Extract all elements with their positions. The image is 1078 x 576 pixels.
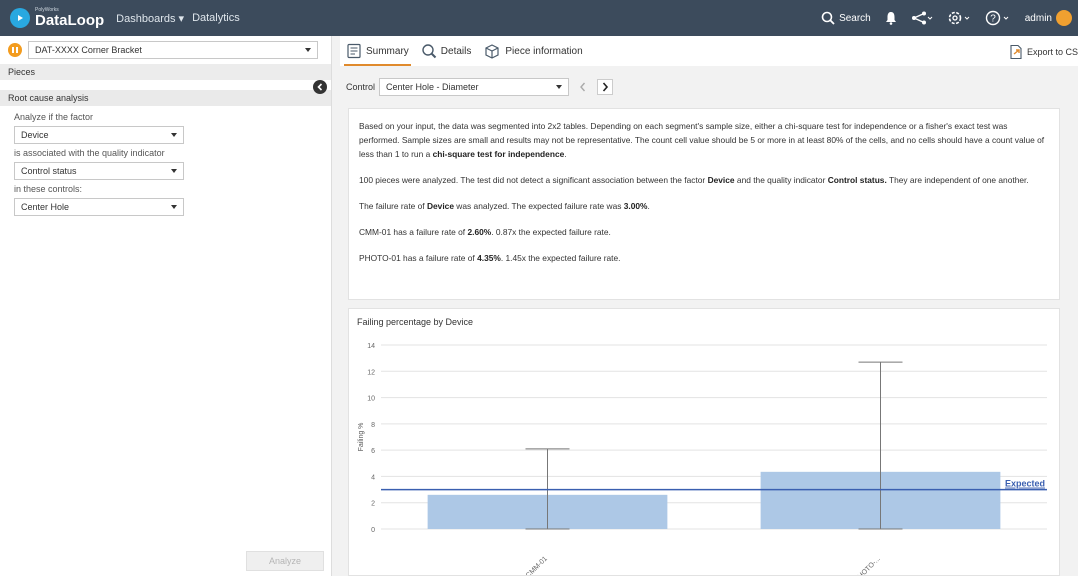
chevron-down-icon xyxy=(171,205,177,209)
export-icon xyxy=(1010,44,1022,60)
part-select[interactable]: DAT-XXXX Corner Bracket xyxy=(28,41,318,59)
y-tick-label: 14 xyxy=(367,343,375,350)
chart-svg: 0 2 4 6 8 10 12 14 Failing % CMM-01 PHOTO-... Expec… xyxy=(358,343,1047,575)
tab-details[interactable]: Details xyxy=(415,36,478,66)
share-button[interactable] xyxy=(911,11,933,25)
avatar xyxy=(1056,10,1072,26)
user-name: admin xyxy=(1024,12,1052,24)
chevron-down-icon xyxy=(556,85,563,89)
export-button[interactable]: Export to CS xyxy=(1008,44,1078,60)
x-tick-label: CMM-01 xyxy=(525,555,549,575)
chevron-right-icon xyxy=(602,82,609,92)
part-select-value: DAT-XXXX Corner Bracket xyxy=(35,45,142,55)
part-icon xyxy=(8,43,22,57)
nav-dashboards[interactable]: Dashboards ▾ xyxy=(116,12,184,25)
top-bar: PolyWorks DataLoop Dashboards ▾ Datalyti… xyxy=(0,0,1078,36)
y-tick-label: 10 xyxy=(367,396,375,403)
share-icon xyxy=(911,11,933,25)
factor-label: Analyze if the factor xyxy=(14,112,94,122)
analysis-summary: Based on your input, the data was segmen… xyxy=(348,108,1060,300)
gear-icon xyxy=(948,11,970,25)
expected-line-label: Expected xyxy=(1005,479,1045,489)
indicator-label: is associated with the quality indicator xyxy=(14,148,165,158)
summary-paragraph-photo: PHOTO-01 has a failure rate of 4.35%. 1.… xyxy=(359,253,621,263)
chevron-down-icon xyxy=(171,169,177,173)
view-tabs: Summary Details Piece information Export… xyxy=(340,36,1078,66)
chevron-left-icon xyxy=(317,83,323,91)
notifications-button[interactable] xyxy=(885,11,897,25)
search-button[interactable]: Search xyxy=(821,11,871,25)
app-logo[interactable]: PolyWorks DataLoop xyxy=(10,8,104,28)
chevron-down-icon xyxy=(171,133,177,137)
piece-icon xyxy=(485,44,499,59)
controls-select[interactable]: Center Hole xyxy=(14,198,184,216)
top-nav: Dashboards ▾ Datalytics xyxy=(116,12,248,25)
chevron-down-icon xyxy=(305,48,311,52)
magnifier-icon xyxy=(422,44,437,59)
indicator-select[interactable]: Control status xyxy=(14,162,184,180)
failing-percentage-chart: Failing percentage by Device 0 2 4 6 8 10 12 14… xyxy=(348,308,1060,576)
help-button[interactable]: ? xyxy=(985,10,1011,26)
left-panel: DAT-XXXX Corner Bracket Pieces Root caus… xyxy=(0,36,332,576)
user-menu[interactable]: admin xyxy=(1025,10,1072,26)
summary-paragraph-expected: The failure rate of Device was analyzed.… xyxy=(359,201,650,211)
bell-icon xyxy=(885,12,896,25)
brand-name: DataLoop xyxy=(35,12,105,29)
nav-datalytics[interactable]: Datalytics xyxy=(192,12,240,24)
chevron-left-icon xyxy=(580,82,586,92)
summary-icon xyxy=(347,43,361,59)
y-axis-label: Failing % xyxy=(358,423,365,452)
next-control-button[interactable] xyxy=(597,79,614,95)
y-tick-label: 12 xyxy=(367,369,375,376)
help-icon: ? xyxy=(985,10,1009,26)
svg-text:?: ? xyxy=(990,14,996,25)
y-tick-label: 6 xyxy=(371,448,375,455)
rca-section-title: Root cause analysis xyxy=(0,90,331,106)
analyze-button[interactable]: Analyze xyxy=(246,551,324,571)
summary-paragraph-result: 100 pieces were analyzed. The test did n… xyxy=(359,175,1029,185)
previous-control-button[interactable] xyxy=(575,79,591,95)
control-select[interactable]: Center Hole - Diameter xyxy=(379,78,570,96)
logo-play-icon xyxy=(10,8,30,28)
search-icon xyxy=(821,11,835,25)
control-selector-row: Control Center Hole - Diameter xyxy=(340,72,614,102)
search-label: Search xyxy=(839,12,871,24)
y-tick-label: 8 xyxy=(371,422,375,429)
controls-label: in these controls: xyxy=(14,184,83,194)
control-label: Control xyxy=(346,82,376,92)
tab-summary[interactable]: Summary xyxy=(340,36,415,66)
y-tick-label: 2 xyxy=(371,501,375,508)
collapse-panel-button[interactable] xyxy=(313,80,327,94)
factor-select[interactable]: Device xyxy=(14,126,184,144)
y-tick-label: 4 xyxy=(371,474,375,481)
summary-paragraph-cmm: CMM-01 has a failure rate of 2.60%. 0.87… xyxy=(359,227,611,237)
settings-button[interactable] xyxy=(947,10,971,26)
pieces-header[interactable]: Pieces xyxy=(0,64,331,80)
tab-piece-information[interactable]: Piece information xyxy=(477,36,588,66)
y-tick-label: 0 xyxy=(371,527,375,534)
x-tick-label: PHOTO-... xyxy=(854,555,882,575)
summary-paragraph-method: Based on your input, the data was segmen… xyxy=(359,121,1045,159)
